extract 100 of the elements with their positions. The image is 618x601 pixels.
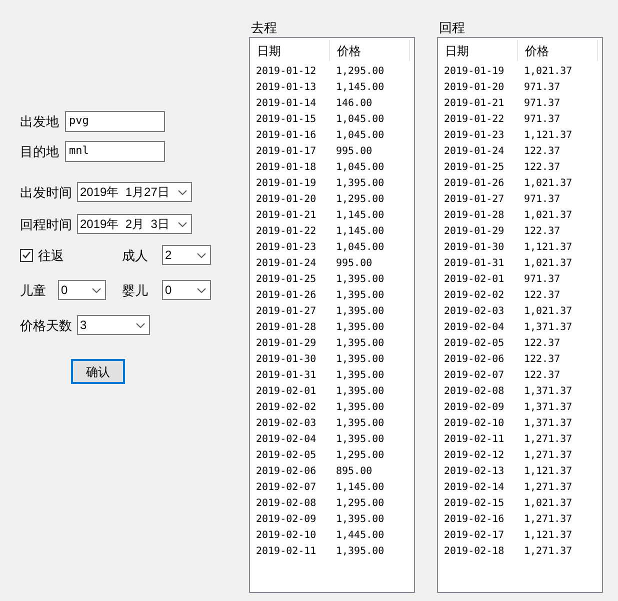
table-cell-text: 1,395.00: [335, 384, 384, 398]
table-cell-text: 1,395.00: [335, 304, 384, 318]
table-cell-text: 2019-01-22: [255, 224, 318, 238]
column-header[interactable]: 价格: [337, 42, 361, 60]
dropdown[interactable]: 0: [58, 280, 106, 300]
table-cell-text: 2019-02-04: [255, 432, 318, 446]
table-cell-text: 2019-02-09: [443, 400, 506, 414]
table-cell-text: 2019-02-06: [443, 352, 506, 366]
table-cell-text: 1,121.37: [523, 528, 572, 542]
field-label: 出发时间: [20, 186, 73, 198]
checkbox[interactable]: [20, 248, 33, 262]
table-cell-text: 1,445.00: [335, 528, 384, 542]
table-cell-text: 971.37: [523, 192, 560, 206]
table-cell-text: 1,021.37: [523, 176, 572, 190]
table-cell-text: 2019-02-10: [443, 416, 506, 430]
table-cell-text: 2019-01-14: [255, 96, 318, 110]
table-cell-text: 2019-01-27: [255, 304, 318, 318]
table-cell-text: 995.00: [335, 144, 372, 158]
table-cell-text: 2019-01-30: [443, 240, 506, 254]
table-cell-text: 2019-02-11: [255, 544, 318, 558]
confirm-button[interactable]: 确认: [71, 359, 125, 384]
table-cell-text: 1,145.00: [335, 224, 384, 238]
table-cell-text: 2019-02-15: [443, 496, 506, 510]
table-cell-text: 122.37: [523, 144, 560, 158]
table-cell-text: 2019-01-18: [255, 160, 318, 174]
table-cell-text: 2019-01-24: [255, 256, 318, 270]
table-cell-text: 1,021.37: [523, 256, 572, 270]
table-cell-text: 1,021.37: [523, 64, 572, 78]
table-cell-text: 1,295.00: [335, 448, 384, 462]
column-header[interactable]: 日期: [445, 42, 469, 60]
table-cell-text: 2019-01-21: [255, 208, 318, 222]
table-cell-text: 1,395.00: [335, 400, 384, 414]
table-cell-text: 2019-01-25: [443, 160, 506, 174]
table-cell-text: 2019-01-20: [255, 192, 318, 206]
table-cell-text: 971.37: [523, 80, 560, 94]
table-cell-text: 2019-02-04: [443, 320, 506, 334]
table-cell-text: 1,295.00: [335, 64, 384, 78]
table-cell-text: 122.37: [523, 336, 560, 350]
table-cell-text: 971.37: [523, 96, 560, 110]
table-cell-text: 2019-01-29: [443, 224, 506, 238]
table-cell-text: 2019-01-19: [443, 64, 506, 78]
chevron-down-icon: [178, 222, 187, 226]
table-cell-text: 2019-01-12: [255, 64, 318, 78]
table-cell-text: 2019-02-13: [443, 464, 506, 478]
table-cell-text: 2019-01-13: [255, 80, 318, 94]
table-cell-text: 2019-01-15: [255, 112, 318, 126]
table-cell-text: 1,271.37: [523, 480, 572, 494]
table-cell-text: 122.37: [523, 352, 560, 366]
table-cell-text: 1,145.00: [335, 208, 384, 222]
table-cell-text: 2019-01-20: [443, 80, 506, 94]
panel-title: 回程: [439, 21, 466, 34]
table-cell-text: 2019-01-28: [443, 208, 506, 222]
table-cell-text: 122.37: [523, 288, 560, 302]
table-cell-text: 2019-02-17: [443, 528, 506, 542]
table-cell-text: 1,395.00: [335, 272, 384, 286]
text-field[interactable]: pvg: [65, 111, 165, 132]
table-cell-text: 971.37: [523, 112, 560, 126]
table-cell-text: 2019-02-12: [443, 448, 506, 462]
table-cell-text: 1,145.00: [335, 480, 384, 494]
checkmark-icon: [22, 251, 31, 259]
field-label: 成人: [122, 248, 149, 262]
table-cell-text: 1,271.37: [523, 512, 572, 526]
table-cell-text: 2019-01-21: [443, 96, 506, 110]
text-field[interactable]: mnl: [65, 141, 165, 162]
field-label: 出发地: [20, 115, 60, 128]
table-cell-text: 146.00: [335, 96, 372, 110]
table-cell-text: 1,395.00: [335, 432, 384, 446]
dropdown[interactable]: 2: [162, 245, 211, 265]
dropdown[interactable]: 2019年 2月 3日: [77, 214, 192, 234]
table-cell-text: 2019-02-05: [255, 448, 318, 462]
table-cell-text: 1,295.00: [335, 192, 384, 206]
field-label: 往返: [38, 248, 64, 262]
table-cell-text: 971.37: [523, 272, 560, 286]
column-header[interactable]: 日期: [257, 42, 281, 60]
column-header[interactable]: 价格: [525, 42, 549, 60]
table-cell-text: 895.00: [335, 464, 372, 478]
table-cell-text: 2019-01-31: [443, 256, 506, 270]
dropdown[interactable]: 2019年 1月27日: [77, 182, 192, 202]
table-cell-text: 2019-02-18: [443, 544, 506, 558]
table-cell-text: 1,395.00: [335, 368, 384, 382]
dropdown[interactable]: 0: [162, 280, 211, 300]
table-cell-text: 2019-02-03: [443, 304, 506, 318]
table-cell-text: 2019-01-24: [443, 144, 506, 158]
field-label: 目的地: [20, 145, 60, 158]
table-cell-text: 2019-01-17: [255, 144, 318, 158]
field-label: 婴儿: [122, 284, 149, 296]
table-cell-text: 2019-02-06: [255, 464, 318, 478]
table-cell-text: 1,121.37: [523, 240, 572, 254]
table-cell-text: 1,121.37: [523, 464, 572, 478]
table-cell-text: 1,295.00: [335, 496, 384, 510]
table-cell-text: 995.00: [335, 256, 372, 270]
table-cell-text: 2019-02-02: [443, 288, 506, 302]
table-cell-text: 1,271.37: [523, 544, 572, 558]
table-cell-text: 1,395.00: [335, 544, 384, 558]
table-cell-text: 1,045.00: [335, 160, 384, 174]
table-cell-text: 2019-01-16: [255, 128, 318, 142]
table-cell-text: 1,045.00: [335, 112, 384, 126]
table-cell-text: 2019-02-01: [255, 384, 318, 398]
table-cell-text: 1,021.37: [523, 496, 572, 510]
dropdown[interactable]: 3: [77, 315, 150, 335]
